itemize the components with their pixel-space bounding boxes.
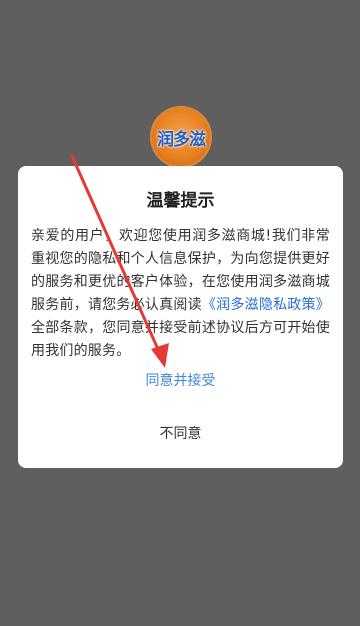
dialog-title: 温馨提示 [146, 191, 215, 211]
app-logo: 润多滋 [150, 106, 212, 168]
dialog-body: 亲爱的用户，欢迎您使用润多滋商城!我们非常重视您的隐私和个人信息保护，为向您提供… [31, 225, 330, 363]
agree-button[interactable]: 同意并接受 [18, 366, 343, 396]
app-screen: 润多滋 温馨提示 亲爱的用户，欢迎您使用润多滋商城!我们非常重视您的隐私和个人信… [0, 0, 360, 626]
privacy-policy-link[interactable]: 《润多滋隐私政策》 [202, 297, 330, 313]
logo-text: 润多滋 [157, 129, 206, 150]
dialog-body-text-after: 全部条款，您同意并接受前述协议后方可开始使用我们的服务。 [31, 320, 330, 359]
privacy-dialog: 温馨提示 亲爱的用户，欢迎您使用润多滋商城!我们非常重视您的隐私和个人信息保护，… [18, 166, 343, 468]
disagree-button[interactable]: 不同意 [18, 419, 343, 449]
